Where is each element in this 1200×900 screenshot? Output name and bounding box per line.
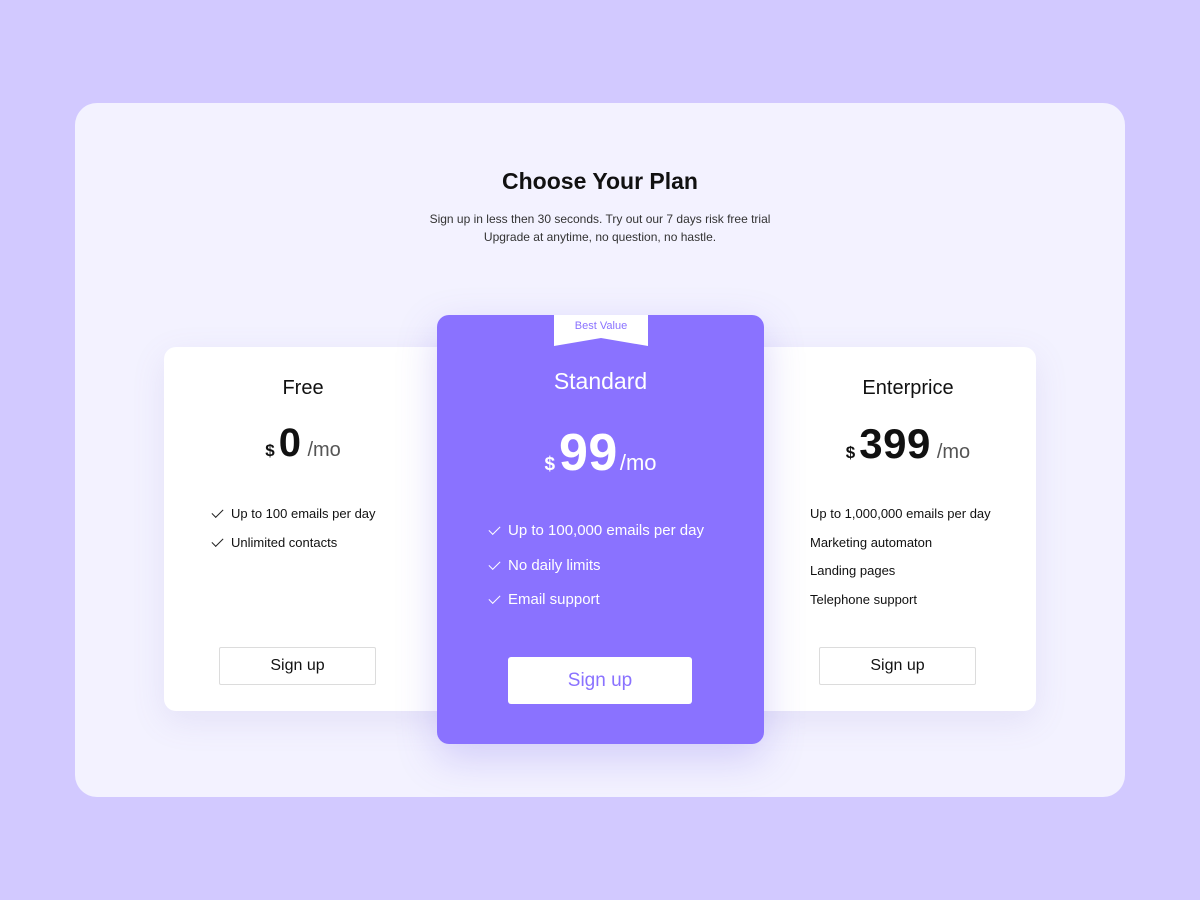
subtitle-line-1: Sign up in less then 30 seconds. Try out…	[429, 212, 771, 226]
standard-signup-button[interactable]: Sign up	[508, 657, 692, 704]
check-icon	[211, 505, 224, 519]
feature-item: Landing pages	[810, 563, 896, 578]
feature-item: No daily limits	[488, 557, 601, 574]
price-currency: $	[845, 443, 856, 462]
feature-item: Email support	[488, 591, 600, 608]
feature-label: Email support	[508, 591, 600, 608]
page-title: Choose Your Plan	[502, 168, 698, 194]
check-icon	[488, 557, 501, 571]
plan-card-free: Free $0/mo Up to 100 emails per day Unli…	[164, 347, 464, 711]
price-period: /mo	[936, 441, 971, 463]
free-signup-button[interactable]: Sign up	[219, 647, 376, 685]
feature-item: Marketing automaton	[810, 535, 933, 550]
feature-item: Up to 100 emails per day	[211, 505, 376, 521]
badge-label: Best Value	[574, 320, 628, 332]
feature-item: Unlimited contacts	[211, 534, 338, 550]
price-currency: $	[265, 441, 275, 460]
plan-name: Standard	[553, 368, 648, 394]
plan-card-standard: Best Value Standard $99/mo Up to 100,000…	[437, 315, 764, 744]
plan-price: $399/mo	[799, 420, 1017, 468]
plan-name: Enterprice	[862, 377, 954, 399]
price-amount: 0	[278, 421, 302, 465]
feature-label: Unlimited contacts	[231, 535, 338, 550]
plan-name: Free	[282, 377, 324, 399]
check-icon	[488, 522, 501, 536]
price-amount: 399	[859, 420, 931, 467]
subtitle-line-2: Upgrade at anytime, no question, no hast…	[483, 230, 717, 244]
feature-label: Up to 100 emails per day	[231, 506, 376, 521]
price-currency: $	[544, 454, 556, 475]
plan-card-enterprise: Enterprice $399/mo Up to 1,000,000 email…	[736, 347, 1036, 711]
price-period: /mo	[619, 450, 657, 475]
price-period: /mo	[307, 439, 341, 461]
check-icon	[211, 534, 224, 548]
feature-label: No daily limits	[508, 557, 601, 574]
plan-price: $99/mo	[437, 423, 764, 483]
feature-label: Up to 100,000 emails per day	[508, 522, 704, 539]
best-value-badge: Best Value	[554, 315, 648, 347]
feature-item: Telephone support	[810, 592, 917, 607]
feature-item: Up to 100,000 emails per day	[488, 522, 704, 539]
price-amount: 99	[559, 424, 618, 482]
feature-item: Up to 1,000,000 emails per day	[810, 506, 991, 521]
plan-price: $0/mo	[164, 421, 442, 466]
enterprise-signup-button[interactable]: Sign up	[819, 647, 976, 685]
check-icon	[488, 591, 501, 605]
